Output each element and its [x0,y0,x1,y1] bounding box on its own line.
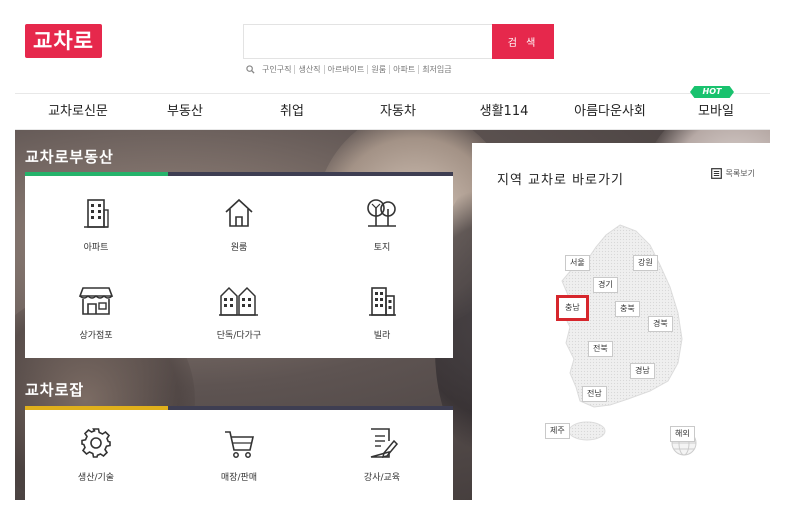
nav-item-life114[interactable]: 생활114 [480,94,529,130]
hot-badge: HOT [690,86,734,98]
category-sales[interactable]: 매장/판매 [168,426,310,483]
category-label: 단독/다가구 [216,331,262,341]
region-title: 지역 교차로 바로가기 [497,173,624,188]
region-chungbuk[interactable]: 충북 [615,301,640,317]
jobs-title[interactable]: 교차로잡 [25,379,84,400]
keyword-link[interactable]: 생산직 [295,65,325,74]
keyword-link[interactable]: 아르바이트 [325,65,369,74]
category-label: 생산/기술 [77,473,115,483]
nav-item-cars[interactable]: 자동차 [380,94,416,130]
region-jeonbuk[interactable]: 전북 [588,341,613,357]
real-estate-panel: 아파트 원룸 토지 상가점포 단독/다가구 빌라 [25,176,453,358]
category-education[interactable]: 강사/교육 [311,426,453,483]
list-icon [710,168,722,179]
region-jeonnam[interactable]: 전남 [582,386,607,402]
nav-item-mobile[interactable]: 모바일 [698,94,734,130]
gear-icon [81,428,111,458]
category-store[interactable]: 상가점포 [25,284,167,341]
document-pen-icon [370,428,399,459]
category-villa[interactable]: 빌라 [311,284,453,341]
list-view-link[interactable]: 목록보기 [710,168,755,179]
store-icon [78,287,114,315]
keyword-link[interactable]: 아파트 [390,65,420,74]
category-label: 강사/교육 [363,473,401,483]
keyword-link[interactable]: 최저임금 [419,65,454,74]
jobs-panel: 생산/기술 매장/판매 강사/교육 [25,410,453,500]
tree-icon [367,199,396,227]
apartment-icon [84,199,109,228]
category-oneroom[interactable]: 원룸 [168,196,310,253]
region-overseas[interactable]: 해외 [670,426,695,442]
region-jeju[interactable]: 제주 [545,423,570,439]
search-button[interactable]: 검 색 [492,24,554,59]
keyword-link[interactable]: 구인구직 [259,65,296,74]
search-input[interactable] [243,24,492,59]
nav-item-newspaper[interactable]: 교차로신문 [48,94,108,130]
category-label: 상가점포 [79,331,113,341]
popular-keywords: 구인구직 생산직 아르바이트 원룸 아파트 최저임금 [246,65,455,74]
cart-icon [225,431,255,458]
region-gyeonggi[interactable]: 경기 [593,277,618,293]
townhouse-icon [219,286,258,316]
main-nav: 교차로신문 부동산 취업 자동차 생활114 아름다운사회 모바일 [15,93,770,130]
category-detached-house[interactable]: 단독/다가구 [168,284,310,341]
category-label: 아파트 [83,243,109,253]
real-estate-title[interactable]: 교차로부동산 [25,146,114,167]
nav-item-society[interactable]: 아름다운사회 [574,94,646,130]
category-land[interactable]: 토지 [311,196,453,253]
region-gangwon[interactable]: 강원 [633,255,658,271]
category-production[interactable]: 생산/기술 [25,426,167,483]
nav-item-jobs[interactable]: 취업 [280,94,304,130]
region-panel: 지역 교차로 바로가기 목록보기 서울 강원 경기 충북 충남 경북 전북 경남… [472,143,770,500]
category-label: 원룸 [230,243,248,253]
category-apartment[interactable]: 아파트 [25,196,167,253]
search-bar: 검 색 [243,24,554,59]
region-gyeongbuk[interactable]: 경북 [648,316,673,332]
villa-icon [369,287,396,316]
house-icon [225,198,253,227]
category-label: 토지 [373,243,391,253]
category-label: 매장/판매 [220,473,258,483]
nav-item-real-estate[interactable]: 부동산 [167,94,203,130]
keyword-link[interactable]: 원룸 [368,65,391,74]
list-view-label: 목록보기 [725,169,755,178]
region-chungnam[interactable]: 충남 [556,295,589,321]
search-icon [246,65,255,74]
category-label: 빌라 [373,331,391,341]
region-seoul[interactable]: 서울 [565,255,590,271]
region-gyeongnam[interactable]: 경남 [630,363,655,379]
site-logo[interactable]: 교차로 [25,24,102,58]
